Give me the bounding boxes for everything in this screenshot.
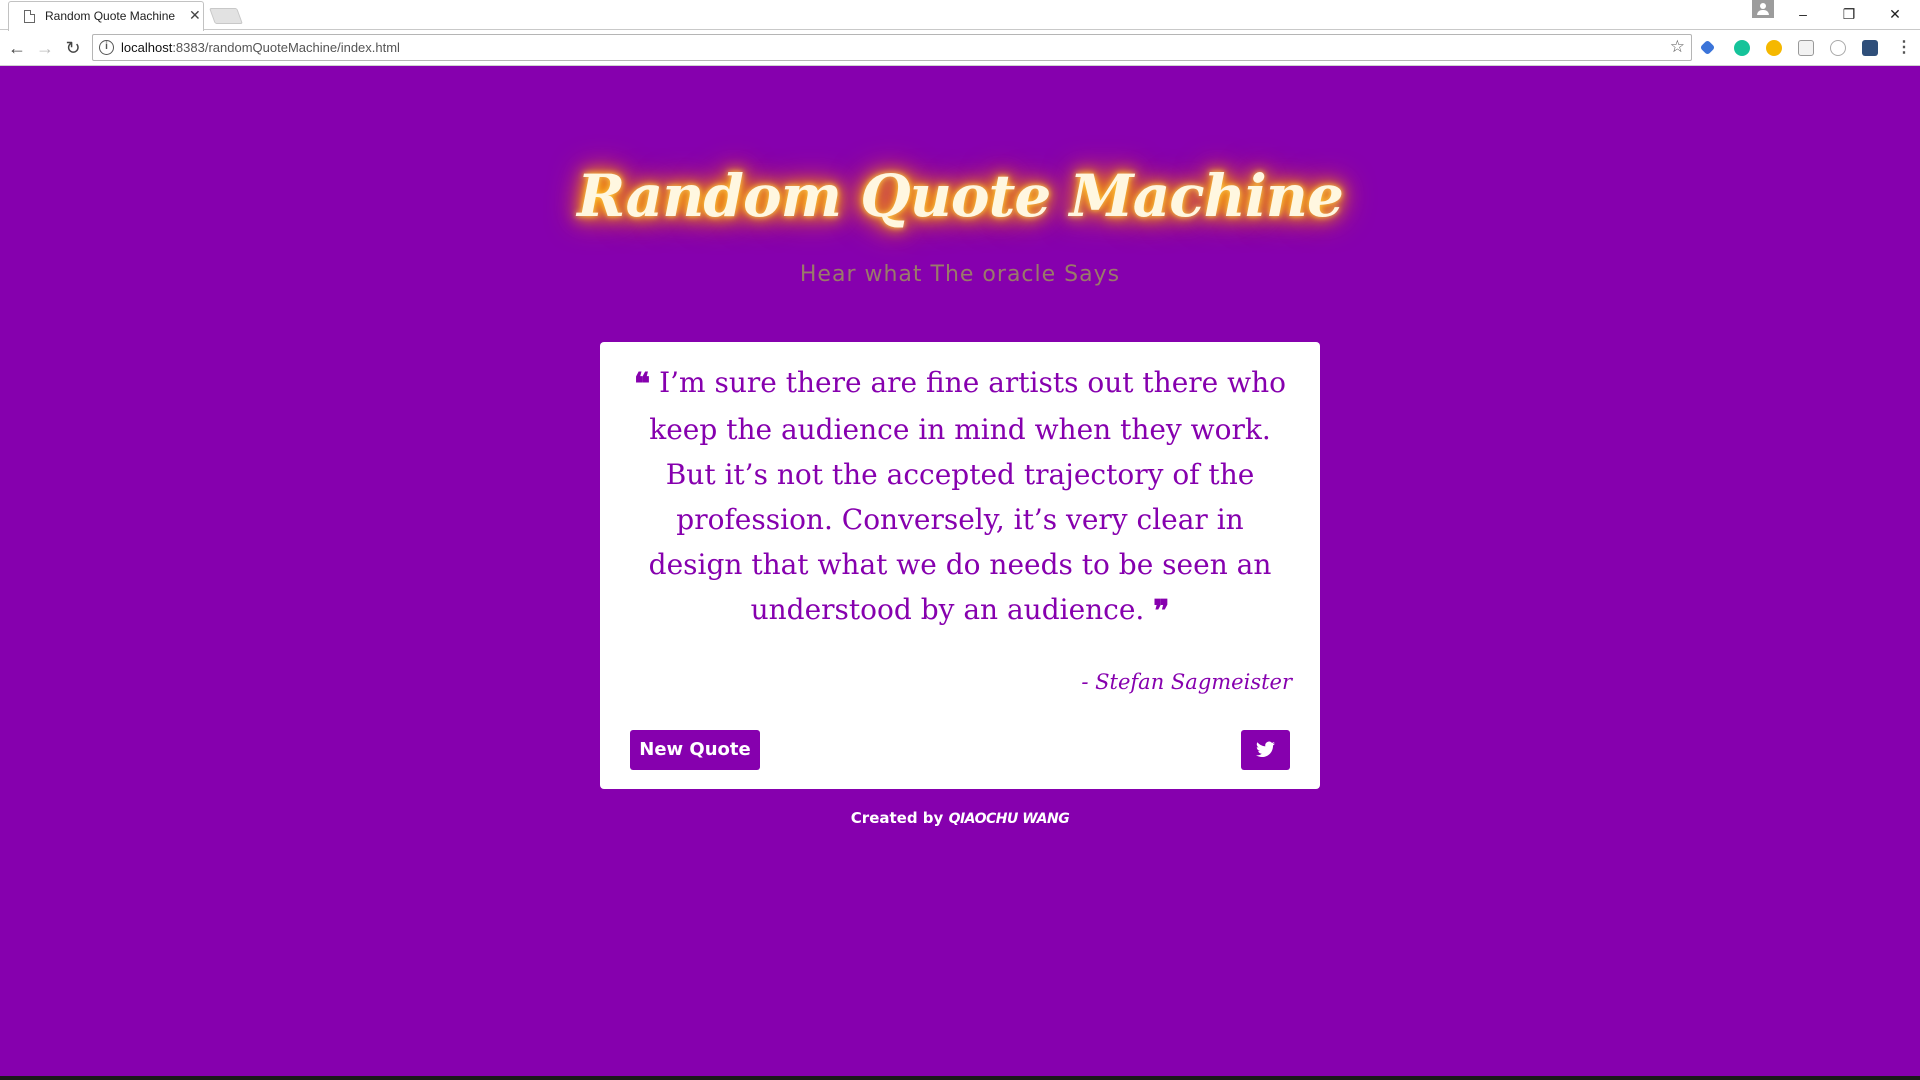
new-tab-button[interactable] [209, 8, 243, 24]
extension-cube-icon[interactable] [1862, 40, 1878, 56]
url-path: :8383/randomQuoteMachine/index.html [172, 40, 400, 55]
tweet-button[interactable] [1241, 730, 1290, 770]
restore-button[interactable]: ❐ [1834, 4, 1864, 24]
tab-close-icon[interactable]: ✕ [189, 7, 201, 23]
bookmark-star-icon[interactable]: ☆ [1670, 37, 1685, 57]
browser-toolbar: ← → ↻ i localhost:8383/randomQuoteMachin… [0, 31, 1920, 66]
tab-strip: Random Quote Machine ✕ – ❐ ✕ [0, 0, 1920, 31]
url-text[interactable]: localhost:8383/randomQuoteMachine/index.… [121, 40, 400, 55]
extension-circle-icon[interactable] [1830, 40, 1846, 56]
minimize-button[interactable]: – [1788, 4, 1818, 24]
close-quote-icon: ❞ [1153, 594, 1170, 629]
grammarly-icon[interactable] [1734, 40, 1750, 56]
extension-color-icon[interactable] [1766, 40, 1782, 56]
extension-diamond-icon[interactable] [1699, 39, 1716, 56]
twitter-icon [1256, 741, 1275, 758]
tab-title: Random Quote Machine [45, 9, 176, 23]
page-subtitle: Hear what The oracle Says [799, 262, 1121, 287]
new-quote-button[interactable]: New Quote [630, 730, 760, 770]
quote-card: ❝ I’m sure there are fine artists out th… [600, 342, 1320, 789]
tab-random-quote-machine[interactable]: Random Quote Machine ✕ [8, 1, 204, 31]
page-body: Random Quote Machine Hear what The oracl… [0, 67, 1920, 1080]
footer-author-link[interactable]: QIAOCHU WANG [949, 811, 1070, 827]
quote-block: ❝ I’m sure there are fine artists out th… [630, 360, 1290, 634]
taskbar-edge [0, 1076, 1920, 1080]
quote-author: - Stefan Sagmeister [1081, 670, 1292, 694]
url-host: localhost [121, 40, 173, 55]
info-icon[interactable]: i [99, 40, 114, 55]
page-icon [24, 10, 35, 23]
reload-icon[interactable]: ↻ [62, 37, 84, 59]
extension-page-icon[interactable] [1798, 40, 1814, 56]
profile-icon[interactable] [1752, 0, 1774, 18]
browser-menu-icon[interactable]: ⋮ [1896, 37, 1912, 59]
browser-chrome: Random Quote Machine ✕ – ❐ ✕ ← → ↻ i loc… [0, 0, 1920, 66]
address-bar[interactable]: i localhost:8383/randomQuoteMachine/inde… [92, 34, 1692, 61]
close-window-button[interactable]: ✕ [1880, 4, 1910, 24]
open-quote-icon: ❝ [634, 367, 651, 402]
quote-text: I’m sure there are fine artists out ther… [648, 366, 1286, 626]
back-arrow-icon[interactable]: ← [6, 37, 28, 59]
page-title: Random Quote Machine [577, 162, 1344, 230]
footer-prefix: Created by [850, 809, 944, 827]
footer: Created by QIAOCHU WANG [0, 809, 1920, 827]
forward-arrow-icon[interactable]: → [34, 37, 56, 59]
